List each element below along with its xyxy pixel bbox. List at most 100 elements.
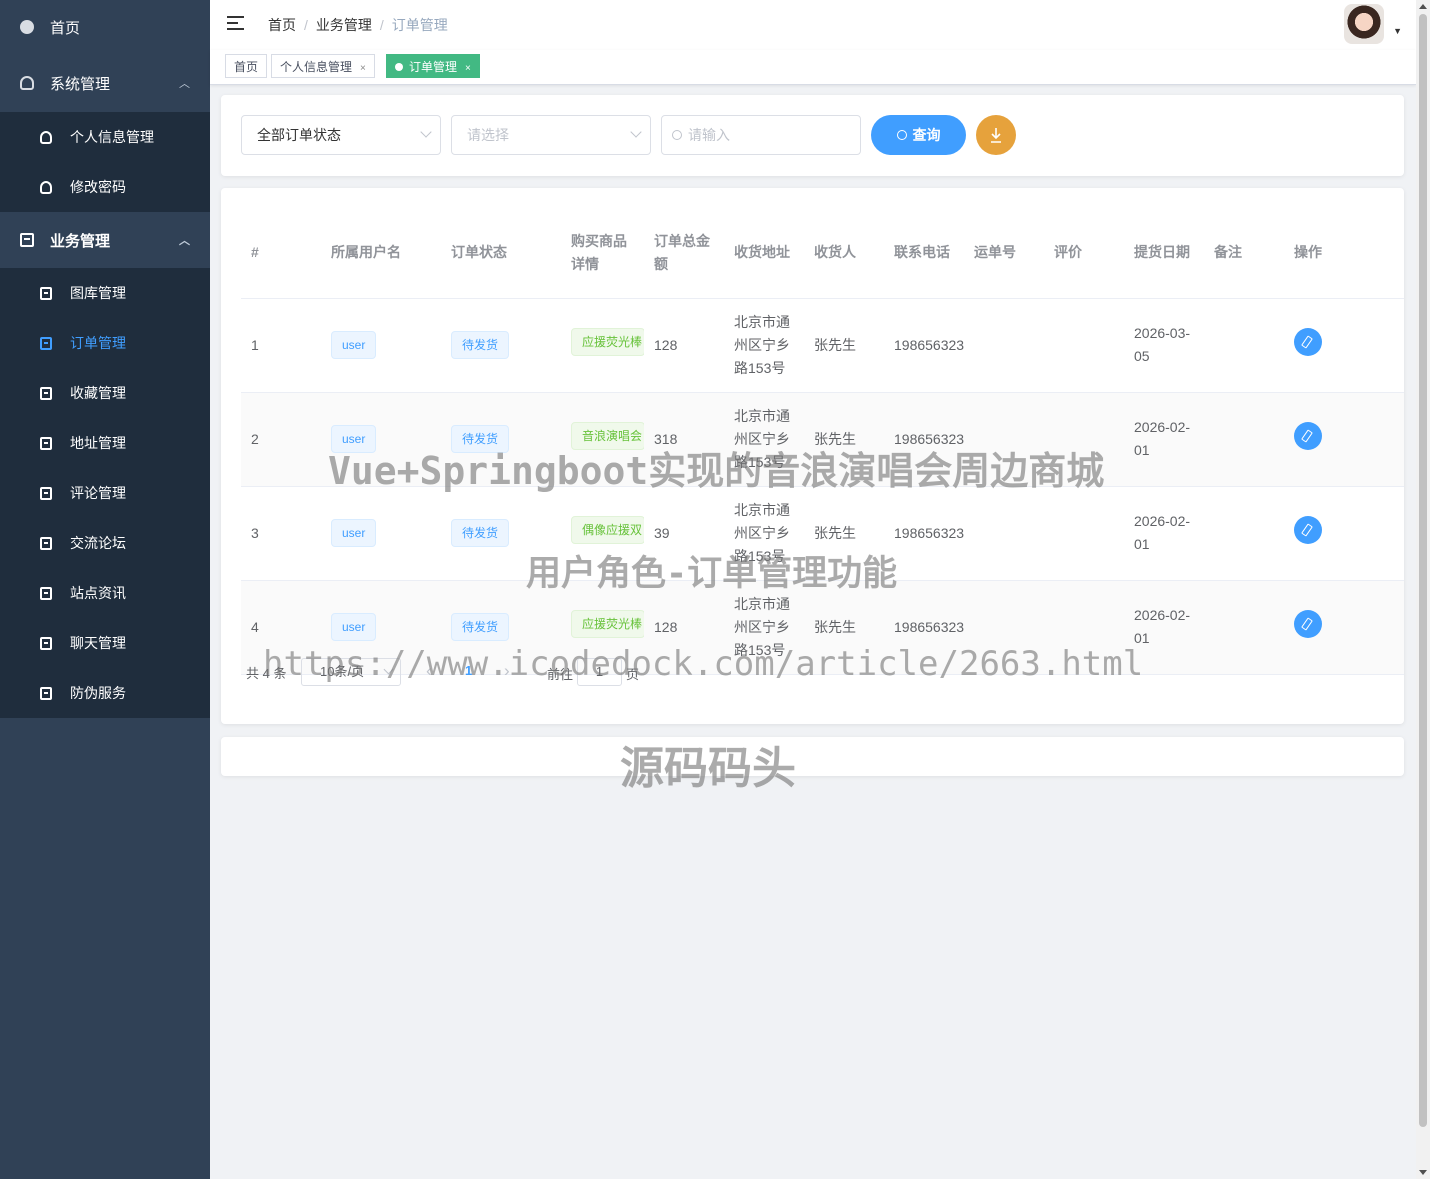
- cell-waybill: [964, 486, 1044, 581]
- next-page-button[interactable]: ›: [504, 661, 510, 681]
- cell-amount: 39: [644, 486, 724, 581]
- status-tag: 待发货: [451, 613, 510, 641]
- cell-index: 2: [241, 392, 321, 487]
- field-select[interactable]: 请选择: [451, 115, 651, 155]
- scroll-up-icon[interactable]: [1419, 4, 1427, 9]
- sidebar-item-label: 防伪服务: [70, 685, 126, 701]
- edit-icon[interactable]: [1294, 327, 1322, 356]
- menu-toggle-icon[interactable]: [227, 16, 244, 31]
- close-icon[interactable]: ×: [360, 63, 366, 74]
- sidebar: 首页 系统管理 ︿ 个人信息管理 修改密码 业务管理 ︿ 图库管理 订单管理 收…: [0, 0, 210, 1179]
- field-select-placeholder: 请选择: [467, 127, 509, 143]
- sidebar-item-gallery[interactable]: 图库管理: [0, 268, 210, 318]
- goto-page-input[interactable]: 1: [577, 658, 622, 686]
- tab-home[interactable]: 首页: [225, 54, 268, 78]
- sidebar-item-label: 评论管理: [70, 485, 126, 501]
- pagination-total: 共 4 条: [246, 666, 287, 681]
- tab-profile[interactable]: 个人信息管理 ×: [271, 54, 375, 78]
- cell-address: 北京市通州区宁乡路153号: [724, 392, 804, 487]
- sidebar-item-orders[interactable]: 订单管理: [0, 318, 210, 368]
- cell-product: 音浪演唱会: [561, 392, 644, 487]
- edit-icon[interactable]: [1294, 515, 1322, 544]
- sidebar-item-comments[interactable]: 评论管理: [0, 468, 210, 518]
- cell-product: 偶像应援双: [561, 486, 644, 581]
- cell-status: 待发货: [441, 486, 561, 581]
- cell-address: 北京市通州区宁乡路153号: [724, 486, 804, 581]
- prev-page-button[interactable]: ‹: [426, 661, 432, 681]
- column-header: 订单总金额: [644, 208, 724, 299]
- sidebar-item-news[interactable]: 站点资讯: [0, 568, 210, 618]
- search-input[interactable]: 请输入: [661, 115, 861, 155]
- sidebar-item-profile[interactable]: 个人信息管理: [0, 112, 210, 162]
- cell-status: 待发货: [441, 298, 561, 393]
- document-icon: [40, 686, 52, 700]
- goto-page-value: 1: [595, 664, 604, 679]
- search-button[interactable]: 查询: [871, 115, 966, 155]
- sidebar-group-business[interactable]: 业务管理 ︿: [0, 212, 210, 268]
- sidebar-item-label: 个人信息管理: [70, 129, 154, 145]
- cell-review: [1044, 580, 1124, 675]
- table-card: # 所属用户名 订单状态 购买商品详情 订单总金额 收货地址 收货人 联系电话 运单号 评价 提货日…: [221, 188, 1404, 724]
- user-list-icon: [40, 180, 52, 194]
- user-list-icon: [40, 130, 52, 144]
- export-button[interactable]: [976, 115, 1016, 155]
- cell-amount: 318: [644, 392, 724, 487]
- cell-receiver: 张先生: [804, 298, 884, 393]
- tab-label: 订单管理: [409, 60, 458, 74]
- column-header: 订单状态: [441, 208, 561, 299]
- breadcrumb-business[interactable]: 业务管理: [316, 17, 372, 33]
- sidebar-group-system[interactable]: 系统管理 ︿: [0, 54, 210, 112]
- sidebar-item-addresses[interactable]: 地址管理: [0, 418, 210, 468]
- search-card: 全部订单状态 请选择 请输入 查询: [221, 95, 1404, 176]
- table-row: 2 user 待发货 音浪演唱会 318 北京市通州区宁乡路153号 张先生 19865632…: [241, 392, 1404, 487]
- chevron-down-icon: [630, 126, 642, 138]
- cell-phone: 19865632321: [884, 580, 964, 675]
- caret-down-icon[interactable]: ▼: [1393, 26, 1402, 36]
- column-header: 操作: [1284, 208, 1404, 299]
- submenu-system: 个人信息管理 修改密码: [0, 112, 210, 212]
- sidebar-item-password[interactable]: 修改密码: [0, 162, 210, 212]
- navbar: 首页 / 业务管理 / 订单管理 ▼: [210, 0, 1416, 51]
- cell-review: [1044, 486, 1124, 581]
- cell-waybill: [964, 392, 1044, 487]
- document-icon: [40, 286, 52, 300]
- product-tag: 应援荧光棒: [571, 327, 644, 356]
- status-tag: 待发货: [451, 519, 510, 547]
- search-icon: [896, 130, 907, 141]
- page-size-select[interactable]: 10条/页: [301, 658, 401, 686]
- sidebar-item-label: 首页: [50, 19, 81, 37]
- status-select[interactable]: 全部订单状态: [241, 115, 441, 155]
- document-icon: [40, 336, 52, 350]
- user-tag: user: [331, 613, 377, 641]
- tab-orders[interactable]: 订单管理 ×: [386, 54, 480, 78]
- download-icon: [991, 128, 1001, 143]
- cell-receiver: 张先生: [804, 392, 884, 487]
- sidebar-item-home[interactable]: 首页: [0, 0, 210, 54]
- status-select-value: 全部订单状态: [257, 127, 341, 143]
- close-icon[interactable]: ×: [465, 63, 471, 74]
- sidebar-item-favorites[interactable]: 收藏管理: [0, 368, 210, 418]
- table-row: 4 user 待发货 应援荧光棒 128 北京市通州区宁乡路153号 张先生 19865632…: [241, 580, 1404, 675]
- active-dot-icon: [395, 63, 403, 71]
- avatar[interactable]: [1344, 4, 1384, 44]
- search-button-label: 查询: [912, 127, 941, 143]
- chevron-down-icon: [420, 126, 432, 138]
- chevron-down-icon: [383, 664, 394, 675]
- sidebar-item-forum[interactable]: 交流论坛: [0, 518, 210, 568]
- sidebar-item-chat[interactable]: 聊天管理: [0, 618, 210, 668]
- column-header: 评价: [1044, 208, 1124, 299]
- chevron-up-icon: ︿: [179, 235, 190, 247]
- cell-date: 2026-02-01: [1124, 580, 1204, 675]
- breadcrumb-home[interactable]: 首页: [268, 17, 296, 33]
- edit-icon[interactable]: [1294, 609, 1322, 638]
- edit-icon[interactable]: [1294, 421, 1322, 450]
- sidebar-item-label: 修改密码: [70, 179, 126, 195]
- scroll-down-icon[interactable]: [1419, 1170, 1427, 1175]
- search-icon: [672, 130, 682, 141]
- sidebar-item-anticounterfeit[interactable]: 防伪服务: [0, 668, 210, 718]
- cell-address: 北京市通州区宁乡路153号: [724, 580, 804, 675]
- page-scrollbar[interactable]: [1416, 0, 1430, 1179]
- page-number-current[interactable]: 1: [465, 663, 472, 678]
- scrollbar-thumb[interactable]: [1419, 14, 1427, 1127]
- cell-note: [1204, 580, 1284, 675]
